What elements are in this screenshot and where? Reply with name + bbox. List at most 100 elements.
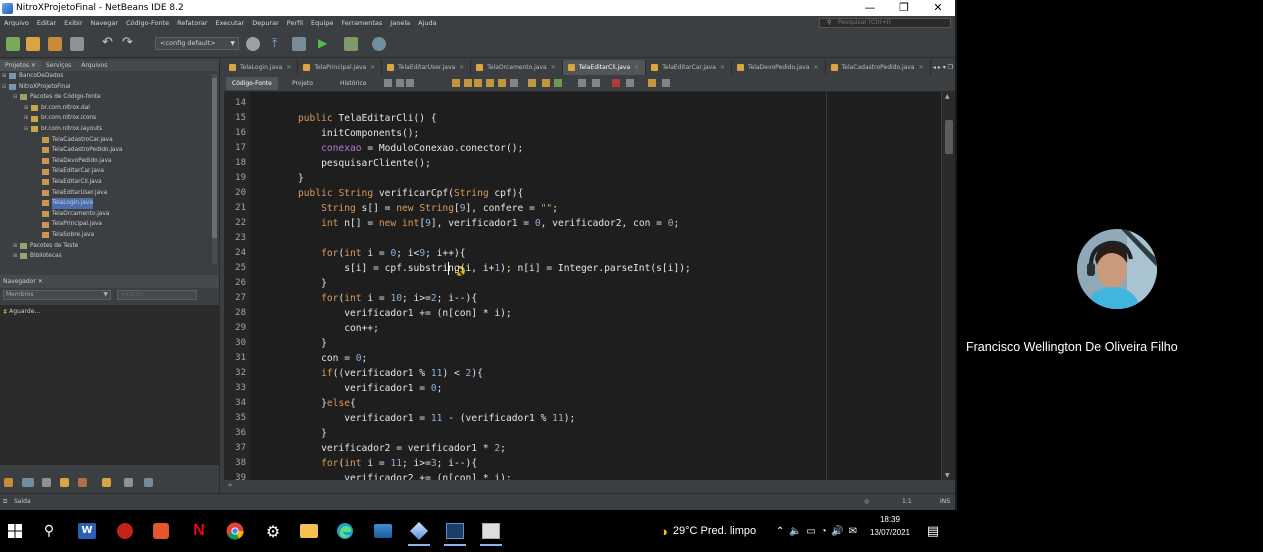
editor-action-icon[interactable] bbox=[452, 79, 460, 87]
folder-icon[interactable] bbox=[60, 478, 69, 487]
expand-icon[interactable]: ⊞ bbox=[24, 113, 31, 124]
bug-icon[interactable] bbox=[4, 478, 13, 487]
tree-item[interactable]: TelaDevoPedido.java bbox=[0, 156, 219, 167]
code-line[interactable]: 30 } bbox=[235, 336, 938, 351]
debug-icon[interactable] bbox=[344, 37, 358, 51]
code-line[interactable]: 26 } bbox=[235, 276, 938, 291]
chrome-app-icon[interactable] bbox=[220, 516, 250, 546]
tab-design[interactable]: Projeto bbox=[286, 77, 319, 90]
file-explorer-icon[interactable] bbox=[294, 516, 324, 546]
menu-exibir[interactable]: Exibir bbox=[60, 19, 86, 27]
expand-icon[interactable]: ⊞ bbox=[13, 241, 20, 252]
editor-action-icon[interactable] bbox=[626, 79, 634, 87]
menu-janela[interactable]: Janela bbox=[386, 19, 414, 27]
edge-app-icon[interactable] bbox=[330, 516, 360, 546]
globe-icon[interactable] bbox=[246, 37, 260, 51]
output-window-icon[interactable]: ⧉ bbox=[3, 494, 7, 510]
office-app-icon[interactable] bbox=[146, 516, 176, 546]
menu-executar[interactable]: Executar bbox=[212, 19, 249, 27]
close-icon[interactable]: ✕ bbox=[459, 64, 464, 71]
code-line[interactable]: 31 con = 0; bbox=[235, 351, 938, 366]
red-app-icon[interactable] bbox=[110, 516, 140, 546]
tree-item[interactable]: ⊞ br.com.nitrox.icons bbox=[0, 113, 219, 124]
editor-horizontal-scrollbar[interactable]: » bbox=[224, 480, 955, 492]
redo-icon[interactable]: ↷ bbox=[122, 36, 136, 51]
run-icon[interactable]: ▶ bbox=[318, 37, 332, 51]
editor-action-icon[interactable] bbox=[648, 79, 656, 87]
tree-item[interactable]: TelaCadastroCar.java bbox=[0, 135, 219, 146]
code-line[interactable]: 38 for(int i = 11; i>=3; i--){ bbox=[235, 456, 938, 471]
netbeans-taskbar-icon[interactable] bbox=[404, 516, 434, 546]
code-area[interactable]: 14 15 public TelaEditarCli() {16 initCompo… bbox=[235, 92, 938, 480]
collapse-icon[interactable]: ⊟ bbox=[2, 82, 9, 93]
chevron-right-icon[interactable]: » bbox=[228, 481, 232, 489]
tree-item[interactable]: TelaOrcamento.java bbox=[0, 209, 219, 220]
editor-tab[interactable]: TelaEditarCli.java ✕ bbox=[562, 60, 647, 75]
editor-action-icon[interactable] bbox=[474, 79, 482, 87]
menu-ajuda[interactable]: Ajuda bbox=[414, 19, 440, 27]
close-icon[interactable]: ✕ bbox=[634, 64, 639, 71]
close-icon[interactable]: ✕ bbox=[551, 64, 556, 71]
code-line[interactable]: 17 conexao = ModuloConexao.conector(); bbox=[235, 141, 938, 156]
clean-build-icon[interactable] bbox=[292, 37, 306, 51]
editor-tab[interactable]: TelaOrcamento.java ✕ bbox=[471, 60, 563, 75]
editor-action-icon[interactable] bbox=[384, 79, 392, 87]
code-line[interactable]: 20 public String verificarCpf(String cpf)… bbox=[235, 186, 938, 201]
menu-perfil[interactable]: Perfil bbox=[283, 19, 307, 27]
menu-equipe[interactable]: Equipe bbox=[307, 19, 337, 27]
editor-tab[interactable]: TelaDevoPedido.java ✕ bbox=[732, 60, 826, 75]
code-line[interactable]: 23 bbox=[235, 231, 938, 246]
editor-action-icon[interactable] bbox=[592, 79, 600, 87]
output-icon[interactable] bbox=[144, 478, 153, 487]
editor-action-icon[interactable] bbox=[612, 79, 620, 87]
word-app-icon[interactable]: W bbox=[72, 516, 102, 546]
tree-item[interactable]: ⊞ Bibliotecas bbox=[0, 251, 219, 262]
maximize-button[interactable]: ❐ bbox=[887, 0, 921, 16]
code-line[interactable]: 33 verificador1 = 0; bbox=[235, 381, 938, 396]
code-line[interactable]: 39 verificador2 += (n[con] * i); bbox=[235, 471, 938, 480]
netflix-app-icon[interactable]: N bbox=[184, 516, 214, 546]
tree-item[interactable]: TelaLogin.java bbox=[0, 198, 219, 209]
editor-action-icon[interactable] bbox=[498, 79, 506, 87]
notifications-icon[interactable]: ▤ bbox=[918, 516, 948, 546]
system-tray-icons[interactable]: ⌃ 🔈 ▭ ◔ 🔊 ✉ bbox=[776, 510, 858, 552]
editor-action-icon[interactable] bbox=[578, 79, 586, 87]
close-button[interactable]: ✕ bbox=[921, 0, 955, 16]
minimize-button[interactable]: — bbox=[853, 0, 887, 16]
editor-scrollbar[interactable]: ▲ ▼ bbox=[941, 92, 955, 480]
new-project-icon[interactable] bbox=[6, 37, 20, 51]
tree-item[interactable]: TelaCadastroPedido.java bbox=[0, 145, 219, 156]
tree-item[interactable]: TelaPrincipal.java bbox=[0, 219, 219, 230]
panel-icon[interactable] bbox=[42, 478, 51, 487]
code-line[interactable]: 34 }else{ bbox=[235, 396, 938, 411]
scroll-down-icon[interactable]: ▼ bbox=[945, 472, 950, 479]
open-project-icon[interactable] bbox=[48, 37, 62, 51]
quick-search-input[interactable]: ⚲ Pesquisar (Ctrl+I) bbox=[819, 18, 951, 28]
expand-icon[interactable]: ⊞ bbox=[13, 251, 20, 262]
config-select[interactable]: <config default> ▼ bbox=[155, 37, 239, 50]
close-icon[interactable]: ✕ bbox=[720, 64, 725, 71]
start-button[interactable] bbox=[0, 516, 30, 546]
editor-action-icon[interactable] bbox=[528, 79, 536, 87]
tree-item[interactable]: TelaEditarCli.java bbox=[0, 177, 219, 188]
editor-tab[interactable]: TelaLogin.java ✕ bbox=[224, 60, 299, 75]
close-icon[interactable]: ✕ bbox=[814, 64, 819, 71]
tab-history[interactable]: Histórico bbox=[334, 77, 372, 90]
menu-refatorar[interactable]: Refatorar bbox=[173, 19, 211, 27]
vm-app-icon[interactable] bbox=[440, 516, 470, 546]
code-line[interactable]: 35 verificador1 = 11 - (verificador1 % 1… bbox=[235, 411, 938, 426]
tab-projetos[interactable]: Projetos ✕ bbox=[0, 60, 41, 71]
system-clock[interactable]: 18:39 13/07/2021 bbox=[862, 513, 918, 539]
code-line[interactable]: 14 bbox=[235, 96, 938, 111]
editor-action-icon[interactable] bbox=[554, 79, 562, 87]
editor-action-icon[interactable] bbox=[464, 79, 472, 87]
projects-scrollbar[interactable] bbox=[212, 74, 217, 264]
weather-widget[interactable]: ◑ 29°C Pred. limpo bbox=[660, 510, 756, 552]
search-icon[interactable]: ⚲ bbox=[34, 516, 64, 546]
zoom-meeting-icon[interactable] bbox=[476, 516, 506, 546]
members-select[interactable]: Membros ▼ bbox=[3, 290, 111, 300]
tab-navigation[interactable]: ◂ ▸ ▾ ❐ bbox=[933, 60, 953, 75]
code-line[interactable]: 37 verificador2 = verificador1 * 2; bbox=[235, 441, 938, 456]
menu-depurar[interactable]: Depurar bbox=[248, 19, 283, 27]
window-icon[interactable] bbox=[22, 478, 34, 487]
